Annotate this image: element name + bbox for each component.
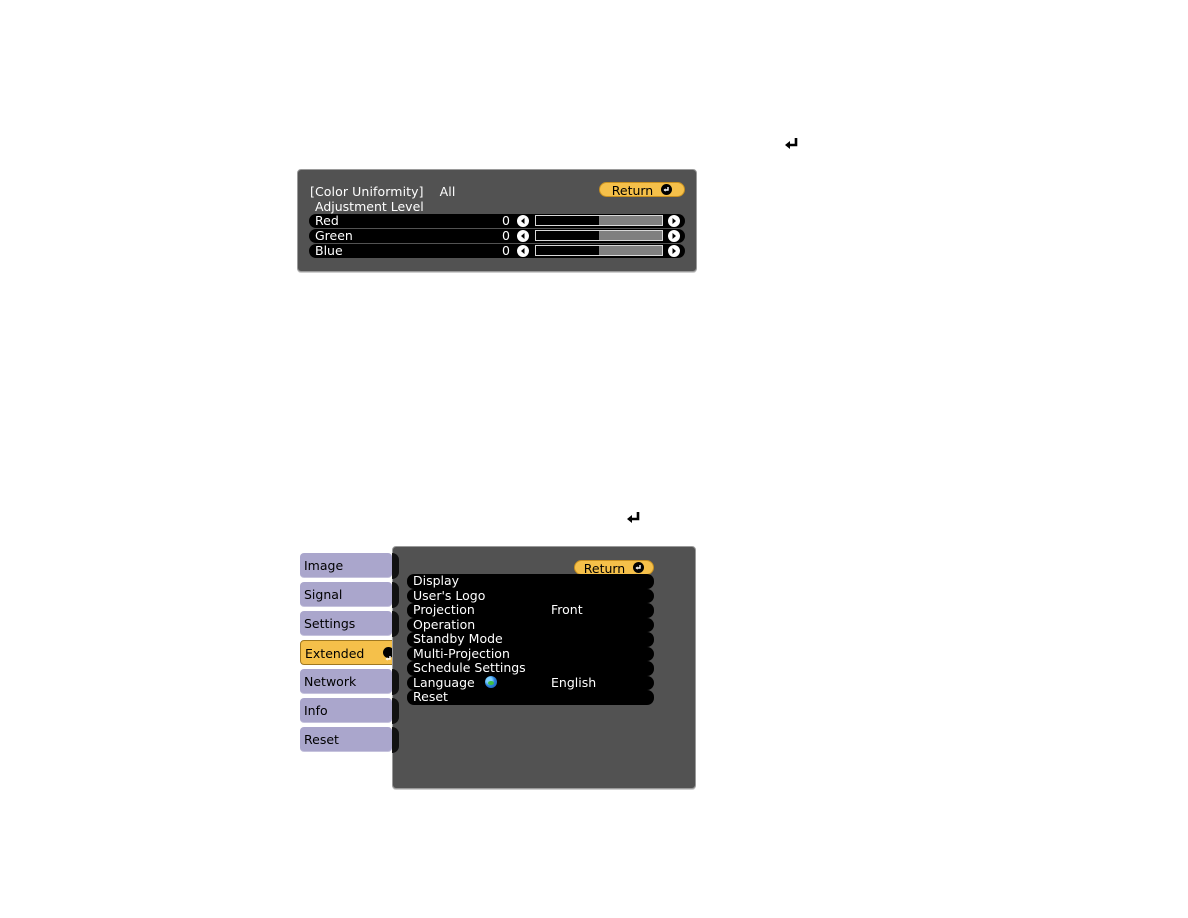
item-label: Reset bbox=[413, 689, 448, 704]
item-label: Display bbox=[413, 573, 460, 588]
tab-signal[interactable]: Signal bbox=[300, 582, 392, 607]
red-level-slider[interactable] bbox=[535, 215, 663, 226]
tab-label: Image bbox=[304, 558, 344, 573]
tab-network[interactable]: Network bbox=[300, 669, 392, 694]
menu-item-projection[interactable]: Projection Front bbox=[407, 602, 654, 618]
item-value: Front bbox=[551, 602, 583, 617]
item-label: Language bbox=[413, 674, 475, 690]
enter-icon bbox=[633, 562, 645, 573]
return-label: Return bbox=[611, 183, 654, 198]
enter-icon bbox=[783, 137, 803, 153]
decrease-arrow-icon[interactable] bbox=[517, 245, 529, 257]
return-button[interactable]: Return bbox=[599, 182, 685, 197]
menu-item-display[interactable]: Display bbox=[407, 573, 654, 589]
tab-label: Extended bbox=[305, 646, 365, 661]
tab-extended[interactable]: Extended bbox=[300, 640, 398, 665]
menu-item-standby-mode[interactable]: Standby Mode bbox=[407, 631, 654, 647]
color-uniformity-panel: [Color Uniformity] All Return Adjustment … bbox=[297, 169, 697, 272]
adjustment-row-red[interactable]: Red 0 bbox=[309, 214, 685, 228]
row-value: 0 bbox=[502, 228, 510, 243]
decrease-arrow-icon[interactable] bbox=[517, 215, 529, 227]
menu-item-multi-projection[interactable]: Multi-Projection bbox=[407, 645, 654, 661]
row-label: Red bbox=[315, 213, 339, 228]
tab-connector bbox=[392, 611, 399, 637]
increase-arrow-icon[interactable] bbox=[668, 245, 680, 257]
tab-info[interactable]: Info bbox=[300, 698, 392, 723]
row-value: 0 bbox=[502, 213, 510, 228]
tab-connector bbox=[392, 698, 399, 724]
tab-connector bbox=[392, 553, 399, 579]
tab-connector bbox=[392, 582, 399, 608]
globe-icon bbox=[484, 675, 497, 688]
item-label: Schedule Settings bbox=[413, 660, 526, 675]
slider-fill bbox=[536, 216, 599, 225]
row-label: Blue bbox=[315, 243, 343, 258]
item-label: Projection bbox=[413, 602, 475, 617]
menu-item-users-logo[interactable]: User's Logo bbox=[407, 587, 654, 603]
menu-item-operation[interactable]: Operation bbox=[407, 616, 654, 632]
row-value: 0 bbox=[502, 243, 510, 258]
green-level-slider[interactable] bbox=[535, 230, 663, 241]
tab-image[interactable]: Image bbox=[300, 553, 392, 578]
extended-menu-panel: Return Display User's Logo Projection Fro… bbox=[392, 546, 696, 789]
tab-label: Signal bbox=[304, 587, 343, 602]
tab-reset[interactable]: Reset bbox=[300, 727, 392, 752]
item-label: Standby Mode bbox=[413, 631, 503, 646]
menu-item-schedule-settings[interactable]: Schedule Settings bbox=[407, 660, 654, 676]
panel-title: [Color Uniformity] All bbox=[310, 184, 455, 199]
item-label: User's Logo bbox=[413, 587, 486, 603]
increase-arrow-icon[interactable] bbox=[668, 230, 680, 242]
menu-item-language[interactable]: Language English bbox=[407, 674, 654, 690]
slider-fill bbox=[536, 246, 599, 255]
slider-fill bbox=[536, 231, 599, 240]
enter-icon bbox=[625, 511, 645, 527]
increase-arrow-icon[interactable] bbox=[668, 215, 680, 227]
row-label: Green bbox=[315, 228, 353, 243]
enter-icon bbox=[661, 184, 673, 195]
extended-menu-list: Display User's Logo Projection Front Oper… bbox=[407, 573, 654, 705]
item-label: Multi-Projection bbox=[413, 645, 510, 661]
tab-label: Info bbox=[304, 703, 328, 718]
item-label: Operation bbox=[413, 616, 476, 632]
tab-connector bbox=[392, 727, 399, 753]
return-button[interactable]: Return bbox=[574, 560, 654, 575]
tab-label: Settings bbox=[304, 616, 356, 631]
tab-label: Reset bbox=[304, 732, 339, 747]
adjustment-row-green[interactable]: Green 0 bbox=[309, 229, 685, 243]
scope-value: All bbox=[439, 184, 456, 199]
blue-level-slider[interactable] bbox=[535, 245, 663, 256]
decrease-arrow-icon[interactable] bbox=[517, 230, 529, 242]
menu-item-reset[interactable]: Reset bbox=[407, 689, 654, 705]
panel-title-text: [Color Uniformity] bbox=[310, 184, 424, 199]
tab-settings[interactable]: Settings bbox=[300, 611, 392, 636]
tab-label: Network bbox=[304, 674, 357, 689]
tab-connector bbox=[392, 669, 399, 695]
adjustment-level-heading: Adjustment Level bbox=[315, 199, 424, 214]
adjustment-row-blue[interactable]: Blue 0 bbox=[309, 244, 685, 258]
item-value: English bbox=[551, 674, 597, 690]
